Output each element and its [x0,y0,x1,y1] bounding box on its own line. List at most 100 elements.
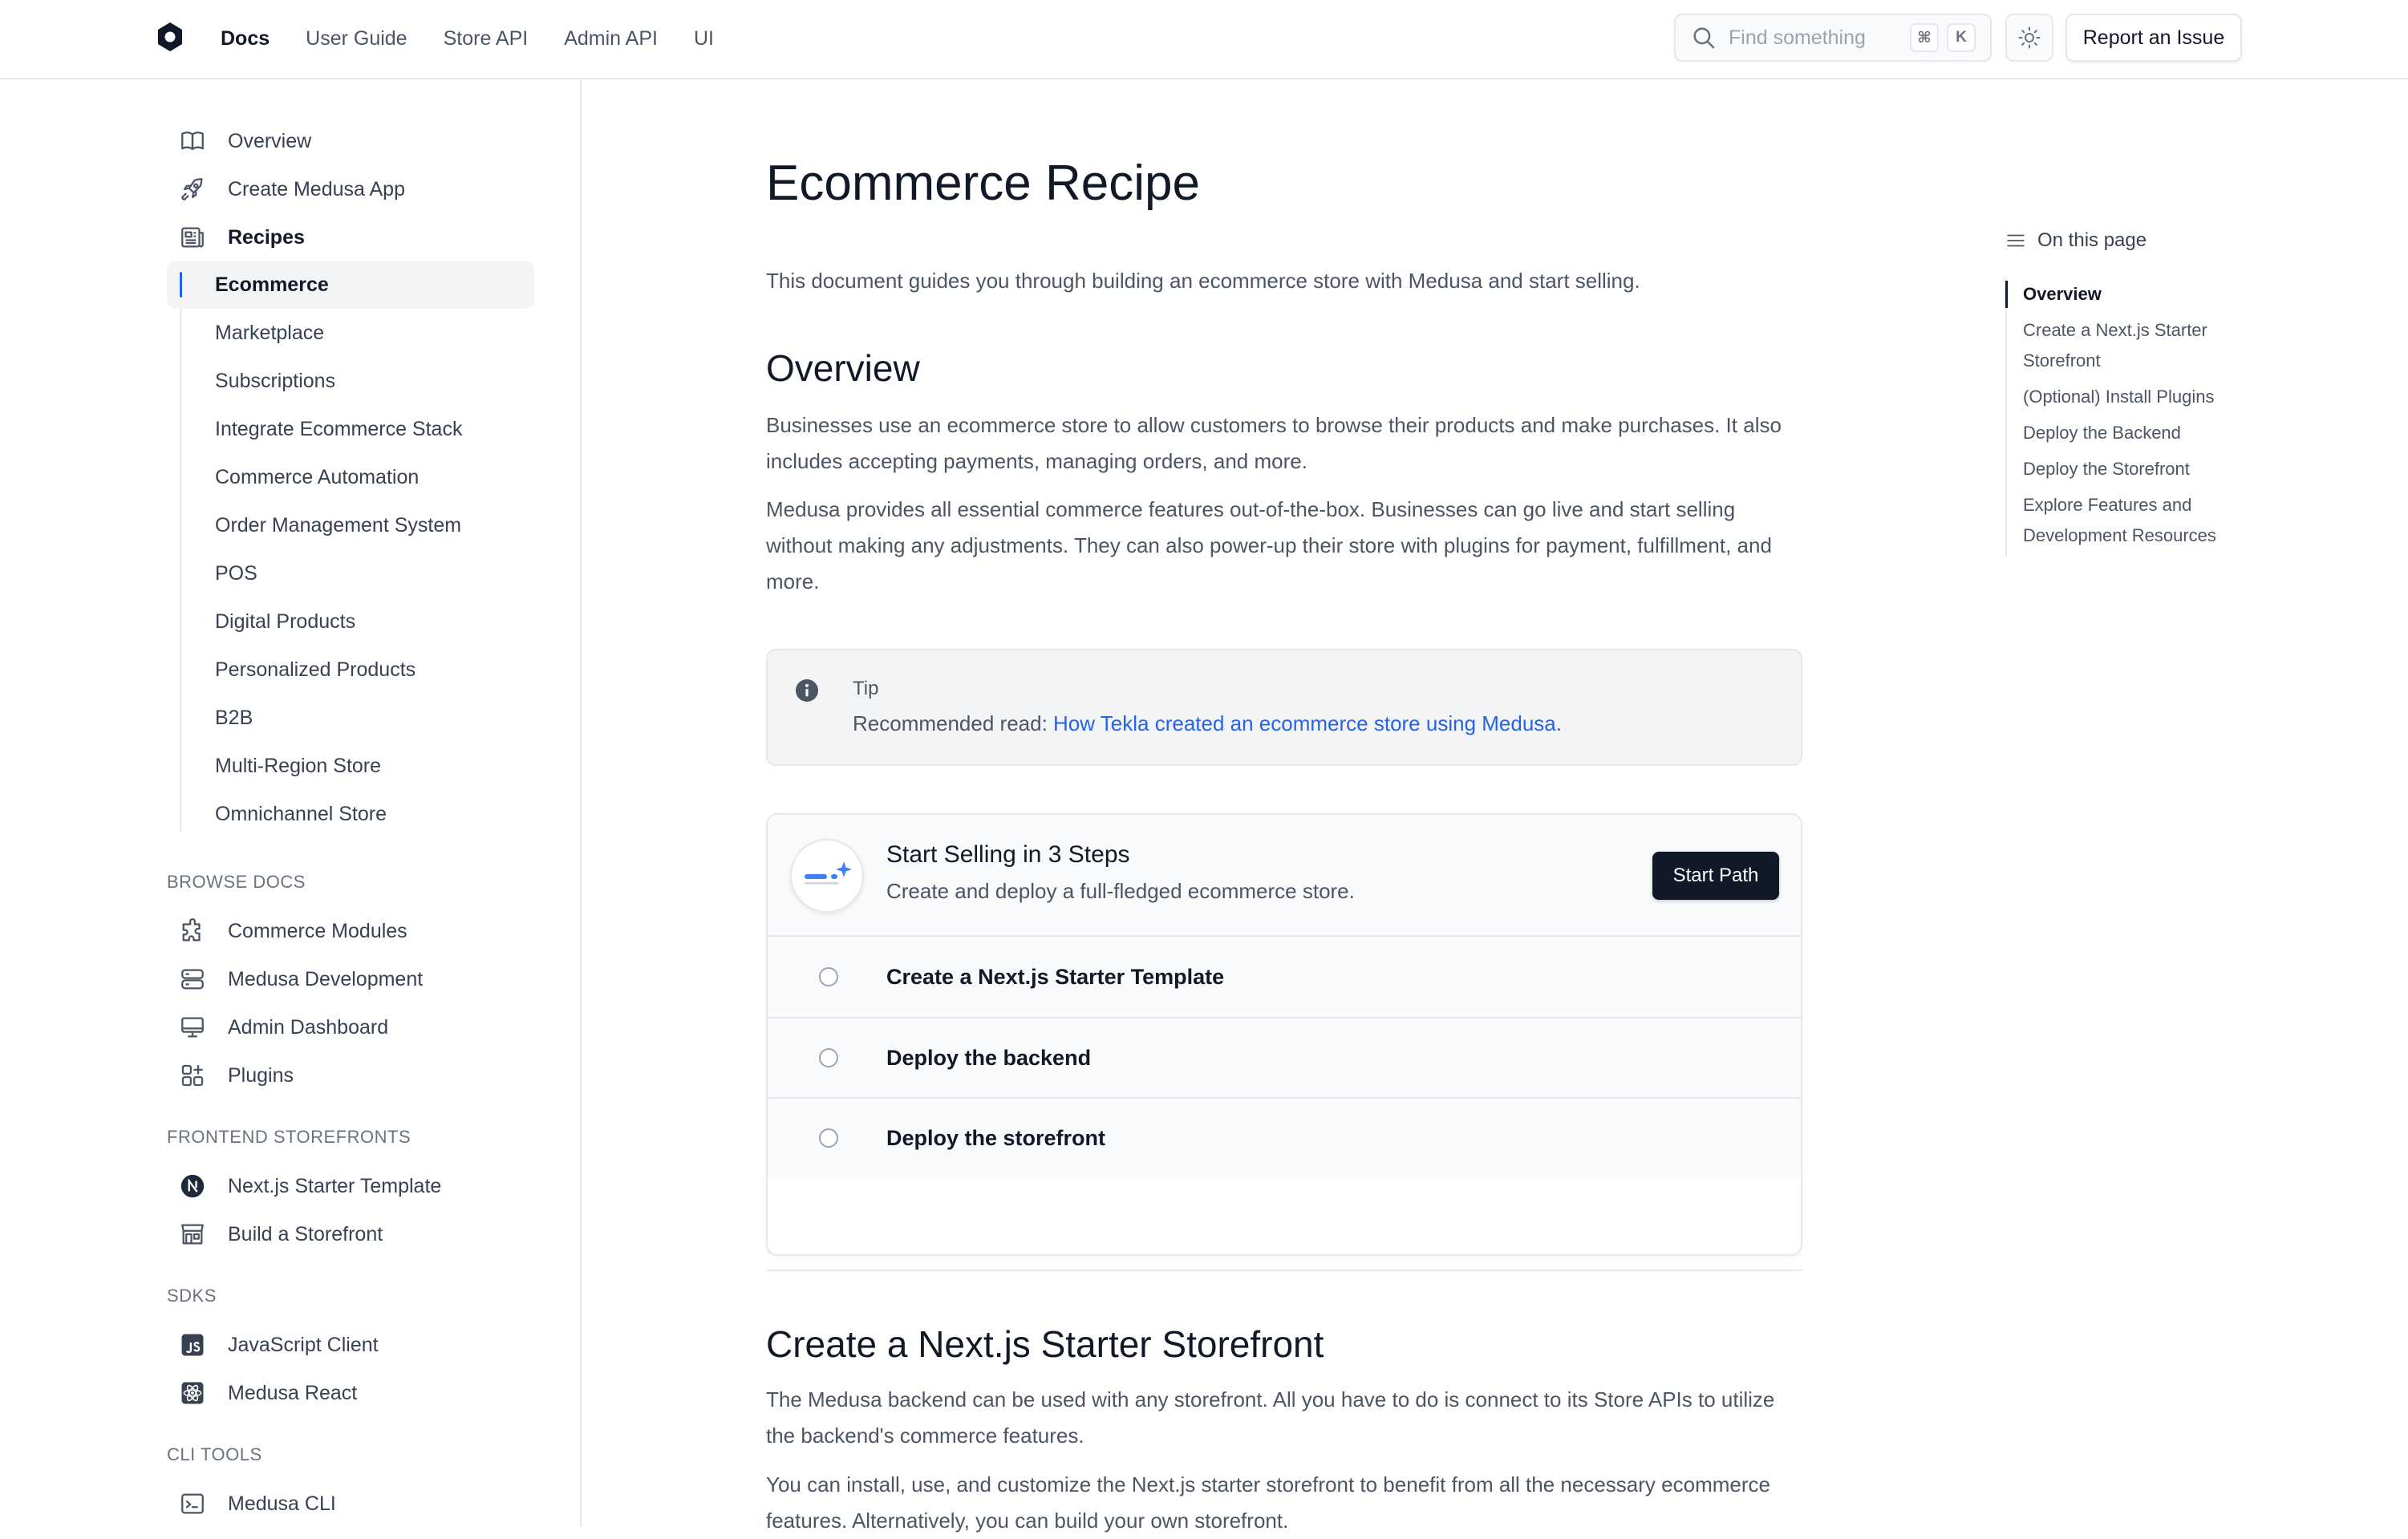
sidebar-section-title: SDKS [167,1286,217,1306]
javascript-icon [173,1326,212,1364]
nav-admin-api[interactable]: Admin API [564,27,658,51]
primary-nav: Docs User Guide Store API Admin API UI [221,0,750,77]
medusa-logo-icon[interactable] [156,21,184,53]
sidebar-recipe-b2b[interactable]: B2B [167,694,534,742]
terminal-icon [173,1484,212,1523]
sidebar-recipe-omnichannel-store[interactable]: Omnichannel Store [167,790,534,838]
search-input[interactable] [1729,26,1905,50]
sidebar-item-recipes[interactable]: Recipes [167,217,305,258]
sidebar-recipe-subscriptions[interactable]: Subscriptions [167,357,534,405]
sidebar-item-label: Admin Dashboard [228,1015,389,1039]
theme-toggle-button[interactable] [2005,14,2053,62]
section-divider [766,1270,1802,1271]
sun-icon [2017,26,2041,50]
step-label: Deploy the backend [886,1045,1092,1070]
nextjs-storefront-heading: Create a Next.js Starter Storefront [766,1323,1324,1365]
toc-item-deploy-backend[interactable]: Deploy the Backend [2007,418,2246,448]
sidebar-item-nextjs-starter-template[interactable]: Next.js Starter Template [167,1165,441,1207]
sidebar-item-label: Build a Storefront [228,1222,383,1245]
on-this-page-title: On this page [2037,229,2147,251]
step-status-circle-icon [819,1128,838,1148]
tip-suffix: . [1555,711,1562,735]
storefront-paragraph-2: You can install, use, and customize the … [766,1472,1770,1533]
learning-path-title: Start Selling in 3 Steps [886,841,1130,868]
sidebar-item-label: Next.js Starter Template [228,1174,442,1197]
sidebar-item-javascript-client[interactable]: JavaScript Client [167,1324,379,1366]
tip-prefix: Recommended read: [853,711,1054,735]
overview-heading: Overview [766,347,920,389]
nav-user-guide[interactable]: User Guide [306,27,407,51]
sidebar-item-medusa-development[interactable]: Medusa Development [167,958,423,1000]
sidebar-item-commerce-modules[interactable]: Commerce Modules [167,910,407,952]
sidebar-item-medusa-react[interactable]: Medusa React [167,1372,357,1414]
step-status-circle-icon [819,967,838,986]
nav-ui[interactable]: UI [694,27,714,51]
sidebar-item-label: Medusa React [228,1381,358,1404]
intro-paragraph: This document guides you through buildin… [766,269,1640,293]
sidebar-recipe-digital-products[interactable]: Digital Products [167,597,534,646]
toc-item-overview[interactable]: Overview [2005,279,2246,310]
sidebar: Overview Create Medusa App Recipes Ecomm… [0,79,582,1527]
sidebar-recipe-order-management-system[interactable]: Order Management System [167,501,534,549]
sidebar-item-admin-dashboard[interactable]: Admin Dashboard [167,1006,388,1048]
sidebar-recipe-multi-region-store[interactable]: Multi-Region Store [167,742,534,790]
toc-item-create-nextjs-starter[interactable]: Create a Next.js Starter Storefront [2007,315,2246,376]
storefront-paragraph-1: The Medusa backend can be used with any … [766,1387,1775,1448]
sidebar-recipe-marketplace[interactable]: Marketplace [167,309,534,357]
sidebar-item-medusa-cli[interactable]: Medusa CLI [167,1483,336,1525]
sidebar-section-title: CLI TOOLS [167,1444,262,1464]
toc-item-explore-features[interactable]: Explore Features and Development Resourc… [2007,490,2246,551]
learning-step[interactable]: Deploy the storefront [768,1097,1801,1177]
learning-step[interactable]: Deploy the backend [768,1017,1801,1097]
tip-callout: Tip Recommended read: How Tekla created … [766,649,1802,766]
shortcut-key-k: K [1947,23,1976,52]
sidebar-item-build-a-storefront[interactable]: Build a Storefront [167,1213,383,1255]
list-icon [2005,230,2026,251]
report-issue-button[interactable]: Report an Issue [2065,14,2242,62]
react-icon [173,1374,212,1412]
learning-step[interactable]: Create a Next.js Starter Template [768,937,1801,1017]
squares-plus-icon [173,1056,212,1095]
sidebar-recipe-ecommerce[interactable]: Ecommerce [167,261,534,309]
search-box[interactable]: ⌘ K [1674,14,1992,62]
sidebar-item-label: Medusa Development [228,967,424,990]
tip-text: Recommended read: How Tekla created an e… [853,711,1562,736]
sidebar-recipe-integrate-ecommerce-stack[interactable]: Integrate Ecommerce Stack [167,405,534,453]
learning-path-header: Start Selling in 3 Steps Create and depl… [768,815,1801,937]
learning-path-card: Start Selling in 3 Steps Create and depl… [766,813,1802,1256]
start-path-button[interactable]: Start Path [1652,852,1779,900]
sparkles-icon [802,860,852,892]
tip-title: Tip [853,678,879,699]
sidebar-recipe-personalized-products[interactable]: Personalized Products [167,646,534,694]
page-title: Ecommerce Recipe [766,156,1200,211]
step-status-circle-icon [819,1048,838,1067]
shortcut-key-cmd: ⌘ [1910,23,1939,52]
sidebar-item-label: Overview [228,129,312,152]
step-label: Create a Next.js Starter Template [886,964,1225,989]
step-label: Deploy the storefront [886,1125,1106,1150]
sidebar-recipe-commerce-automation[interactable]: Commerce Automation [167,453,534,501]
search-icon [1690,24,1717,51]
learning-path-badge [790,839,864,913]
top-navigation: Docs User Guide Store API Admin API UI ⌘… [0,0,2408,79]
sidebar-item-create-medusa-app[interactable]: Create Medusa App [167,168,405,210]
toc-item-install-plugins[interactable]: (Optional) Install Plugins [2007,382,2246,412]
nav-docs[interactable]: Docs [221,27,270,51]
sidebar-item-label: Commerce Modules [228,919,407,942]
sidebar-recipe-pos[interactable]: POS [167,549,534,597]
toc-item-deploy-storefront[interactable]: Deploy the Storefront [2007,454,2246,484]
puzzle-icon [173,912,212,950]
on-this-page-header: On this page [2005,226,2246,255]
sidebar-item-label: Medusa CLI [228,1492,336,1515]
sidebar-section-title: FRONTEND STOREFRONTS [167,1127,411,1147]
nav-store-api[interactable]: Store API [444,27,529,51]
nextjs-icon [173,1167,212,1205]
sidebar-item-plugins[interactable]: Plugins [167,1055,294,1096]
on-this-page: On this page Overview Create a Next.js S… [2005,226,2246,557]
toc-list: Overview Create a Next.js Starter Storef… [2005,279,2246,557]
rocket-icon [173,170,212,209]
tekla-article-link[interactable]: How Tekla created an ecommerce store usi… [1053,711,1556,735]
sidebar-item-overview[interactable]: Overview [167,120,311,162]
newspaper-icon [173,218,212,257]
info-icon [794,678,820,703]
